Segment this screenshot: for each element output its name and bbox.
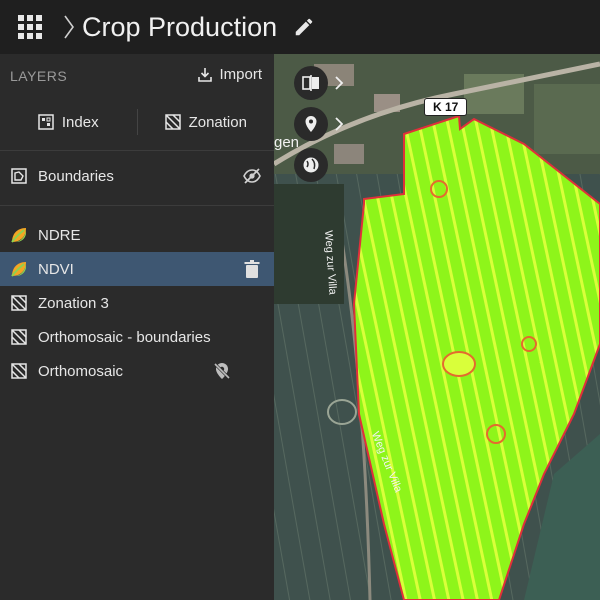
zonation-icon — [10, 328, 28, 346]
compare-button[interactable] — [294, 66, 328, 100]
breadcrumb-chevron-icon — [64, 15, 74, 39]
location-pin-icon — [305, 116, 317, 132]
top-bar: Crop Production — [0, 0, 600, 54]
layer-item-ndvi[interactable]: NDVI — [0, 252, 274, 286]
divider — [0, 150, 274, 151]
layer-tabs: Index Zonation — [0, 104, 274, 140]
import-icon — [198, 67, 213, 82]
globe-button[interactable] — [294, 148, 328, 182]
layers-panel: LAYERS Import Index Zonation Boundaries … — [0, 54, 274, 600]
import-label: Import — [219, 66, 262, 83]
boundaries-icon — [10, 167, 28, 185]
location-button[interactable] — [294, 107, 328, 141]
divider — [0, 205, 274, 206]
leaf-icon — [10, 226, 28, 244]
layer-item-ndre[interactable]: NDRE — [0, 218, 274, 252]
layer-item-zonation-3[interactable]: Zonation 3 — [0, 286, 274, 320]
layers-heading: LAYERS — [10, 68, 68, 84]
zonation-icon — [10, 362, 28, 380]
layer-label: NDRE — [38, 226, 81, 244]
tab-index-label: Index — [61, 113, 99, 131]
layer-label: Orthomosaic - boundaries — [38, 328, 211, 346]
zonation-icon — [10, 294, 28, 312]
compare-icon — [302, 75, 319, 91]
index-icon — [38, 114, 54, 130]
layer-item-orthomosaic[interactable]: Orthomosaic — [0, 354, 274, 388]
layer-item-orthomosaic-boundaries[interactable]: Orthomosaic - boundaries — [0, 320, 274, 354]
leaf-icon — [10, 260, 28, 278]
chevron-right-icon[interactable] — [334, 116, 344, 132]
tab-zonation-label: Zonation — [188, 113, 247, 131]
apps-grid-icon[interactable] — [18, 15, 42, 39]
visibility-off-icon[interactable] — [242, 166, 262, 186]
import-button[interactable]: Import — [197, 66, 262, 83]
zonation-icon — [164, 114, 181, 130]
boundaries-label: Boundaries — [38, 167, 114, 185]
page-title: Crop Production — [82, 11, 278, 42]
tab-zonation[interactable]: Zonation — [138, 104, 275, 140]
road-label: K 17 — [424, 98, 468, 116]
layer-label: Orthomosaic — [38, 362, 124, 380]
tab-index[interactable]: Index — [0, 104, 137, 140]
boundaries-row[interactable]: Boundaries — [0, 159, 274, 193]
place-label: gen — [274, 134, 300, 151]
pencil-icon[interactable] — [293, 16, 315, 38]
globe-icon — [303, 157, 319, 173]
location-off-icon[interactable] — [212, 361, 232, 381]
trash-icon[interactable] — [242, 259, 262, 279]
layer-label: Zonation 3 — [38, 294, 109, 312]
layer-label: NDVI — [38, 260, 74, 278]
chevron-right-icon[interactable] — [334, 75, 344, 91]
